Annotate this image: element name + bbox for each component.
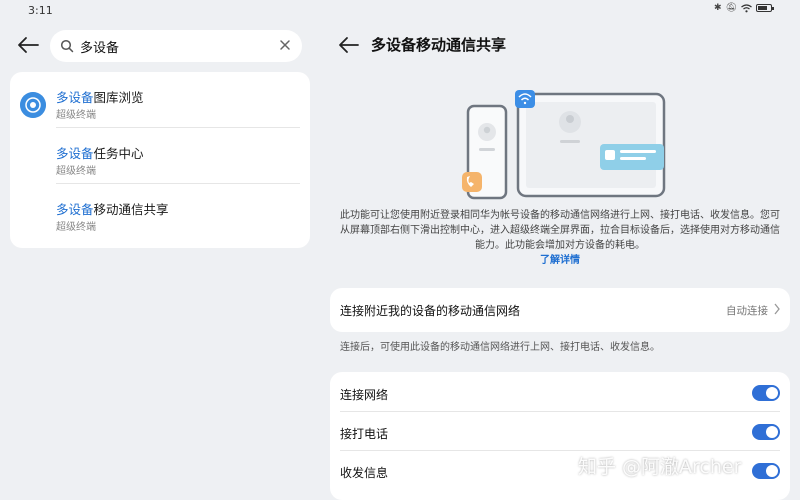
toggle-list: 连接网络 接打电话 收发信息	[330, 372, 790, 500]
bluetooth-icon: ✱	[714, 3, 722, 13]
divider	[340, 411, 780, 412]
chevron-right-icon	[774, 303, 780, 315]
connect-mode-setting[interactable]: 连接附近我的设备的移动通信网络 自动连接	[330, 288, 790, 332]
search-input[interactable]	[80, 36, 270, 56]
gallery-app-icon	[20, 92, 46, 118]
page-title: 多设备移动通信共享	[371, 36, 507, 54]
detail-pane: 多设备移动通信共享 此功能可让您使用附近登录相同华为帐号设备的移动通信网络进行上…	[320, 22, 800, 500]
toggle-knob	[766, 465, 778, 477]
search-pane: 多设备图库浏览 超级终端 多设备任务中心 超级终端 多设备移动通信共享 超级终端	[0, 22, 320, 500]
result-subtitle: 超级终端	[56, 110, 96, 121]
toggle-knob	[766, 387, 778, 399]
battery-icon	[756, 4, 774, 12]
setting-label: 连接附近我的设备的移动通信网络	[340, 304, 521, 318]
divider	[340, 450, 780, 451]
status-icons: ✱ 🔕︎	[714, 3, 774, 13]
result-subtitle: 超级终端	[56, 222, 96, 233]
result-subtitle: 超级终端	[56, 166, 96, 177]
watermark: 知乎 @阿澈Archer	[578, 456, 742, 478]
toggle-switch[interactable]	[752, 385, 780, 401]
search-result-item[interactable]: 多设备移动通信共享 超级终端	[10, 184, 310, 240]
mute-icon: 🔕︎	[725, 3, 737, 13]
toggle-label: 收发信息	[340, 466, 389, 480]
setting-value: 自动连接	[726, 305, 768, 317]
result-title: 多设备图库浏览	[56, 90, 144, 105]
toggle-knob	[766, 426, 778, 438]
toggle-row: 连接网络	[330, 374, 790, 412]
result-title: 多设备移动通信共享	[56, 202, 169, 217]
clear-icon[interactable]	[278, 38, 292, 52]
learn-more-link[interactable]: 了解详情	[340, 253, 780, 268]
toggle-switch[interactable]	[752, 463, 780, 479]
status-time: 3:11	[28, 4, 53, 17]
toggle-label: 连接网络	[340, 388, 389, 402]
back-arrow-icon[interactable]	[338, 36, 360, 54]
connect-note: 连接后，可使用此设备的移动通信网络进行上网、接打电话、收发信息。	[340, 342, 660, 353]
toggle-switch[interactable]	[752, 424, 780, 440]
toggle-row: 接打电话	[330, 413, 790, 451]
wifi-icon	[741, 3, 752, 12]
search-results: 多设备图库浏览 超级终端 多设备任务中心 超级终端 多设备移动通信共享 超级终端	[10, 72, 310, 248]
search-bar[interactable]	[50, 30, 302, 62]
search-icon	[60, 39, 74, 53]
search-result-item[interactable]: 多设备图库浏览 超级终端	[10, 72, 310, 128]
search-result-item[interactable]: 多设备任务中心 超级终端	[10, 128, 310, 184]
toggle-label: 接打电话	[340, 427, 389, 441]
device-sharing-illustration	[462, 90, 666, 200]
feature-description: 此功能可让您使用附近登录相同华为帐号设备的移动通信网络进行上网、接打电话、收发信…	[340, 210, 780, 268]
result-title: 多设备任务中心	[56, 146, 144, 161]
status-bar: 3:11 ✱ 🔕︎	[0, 0, 800, 22]
back-arrow-icon[interactable]	[16, 36, 40, 54]
